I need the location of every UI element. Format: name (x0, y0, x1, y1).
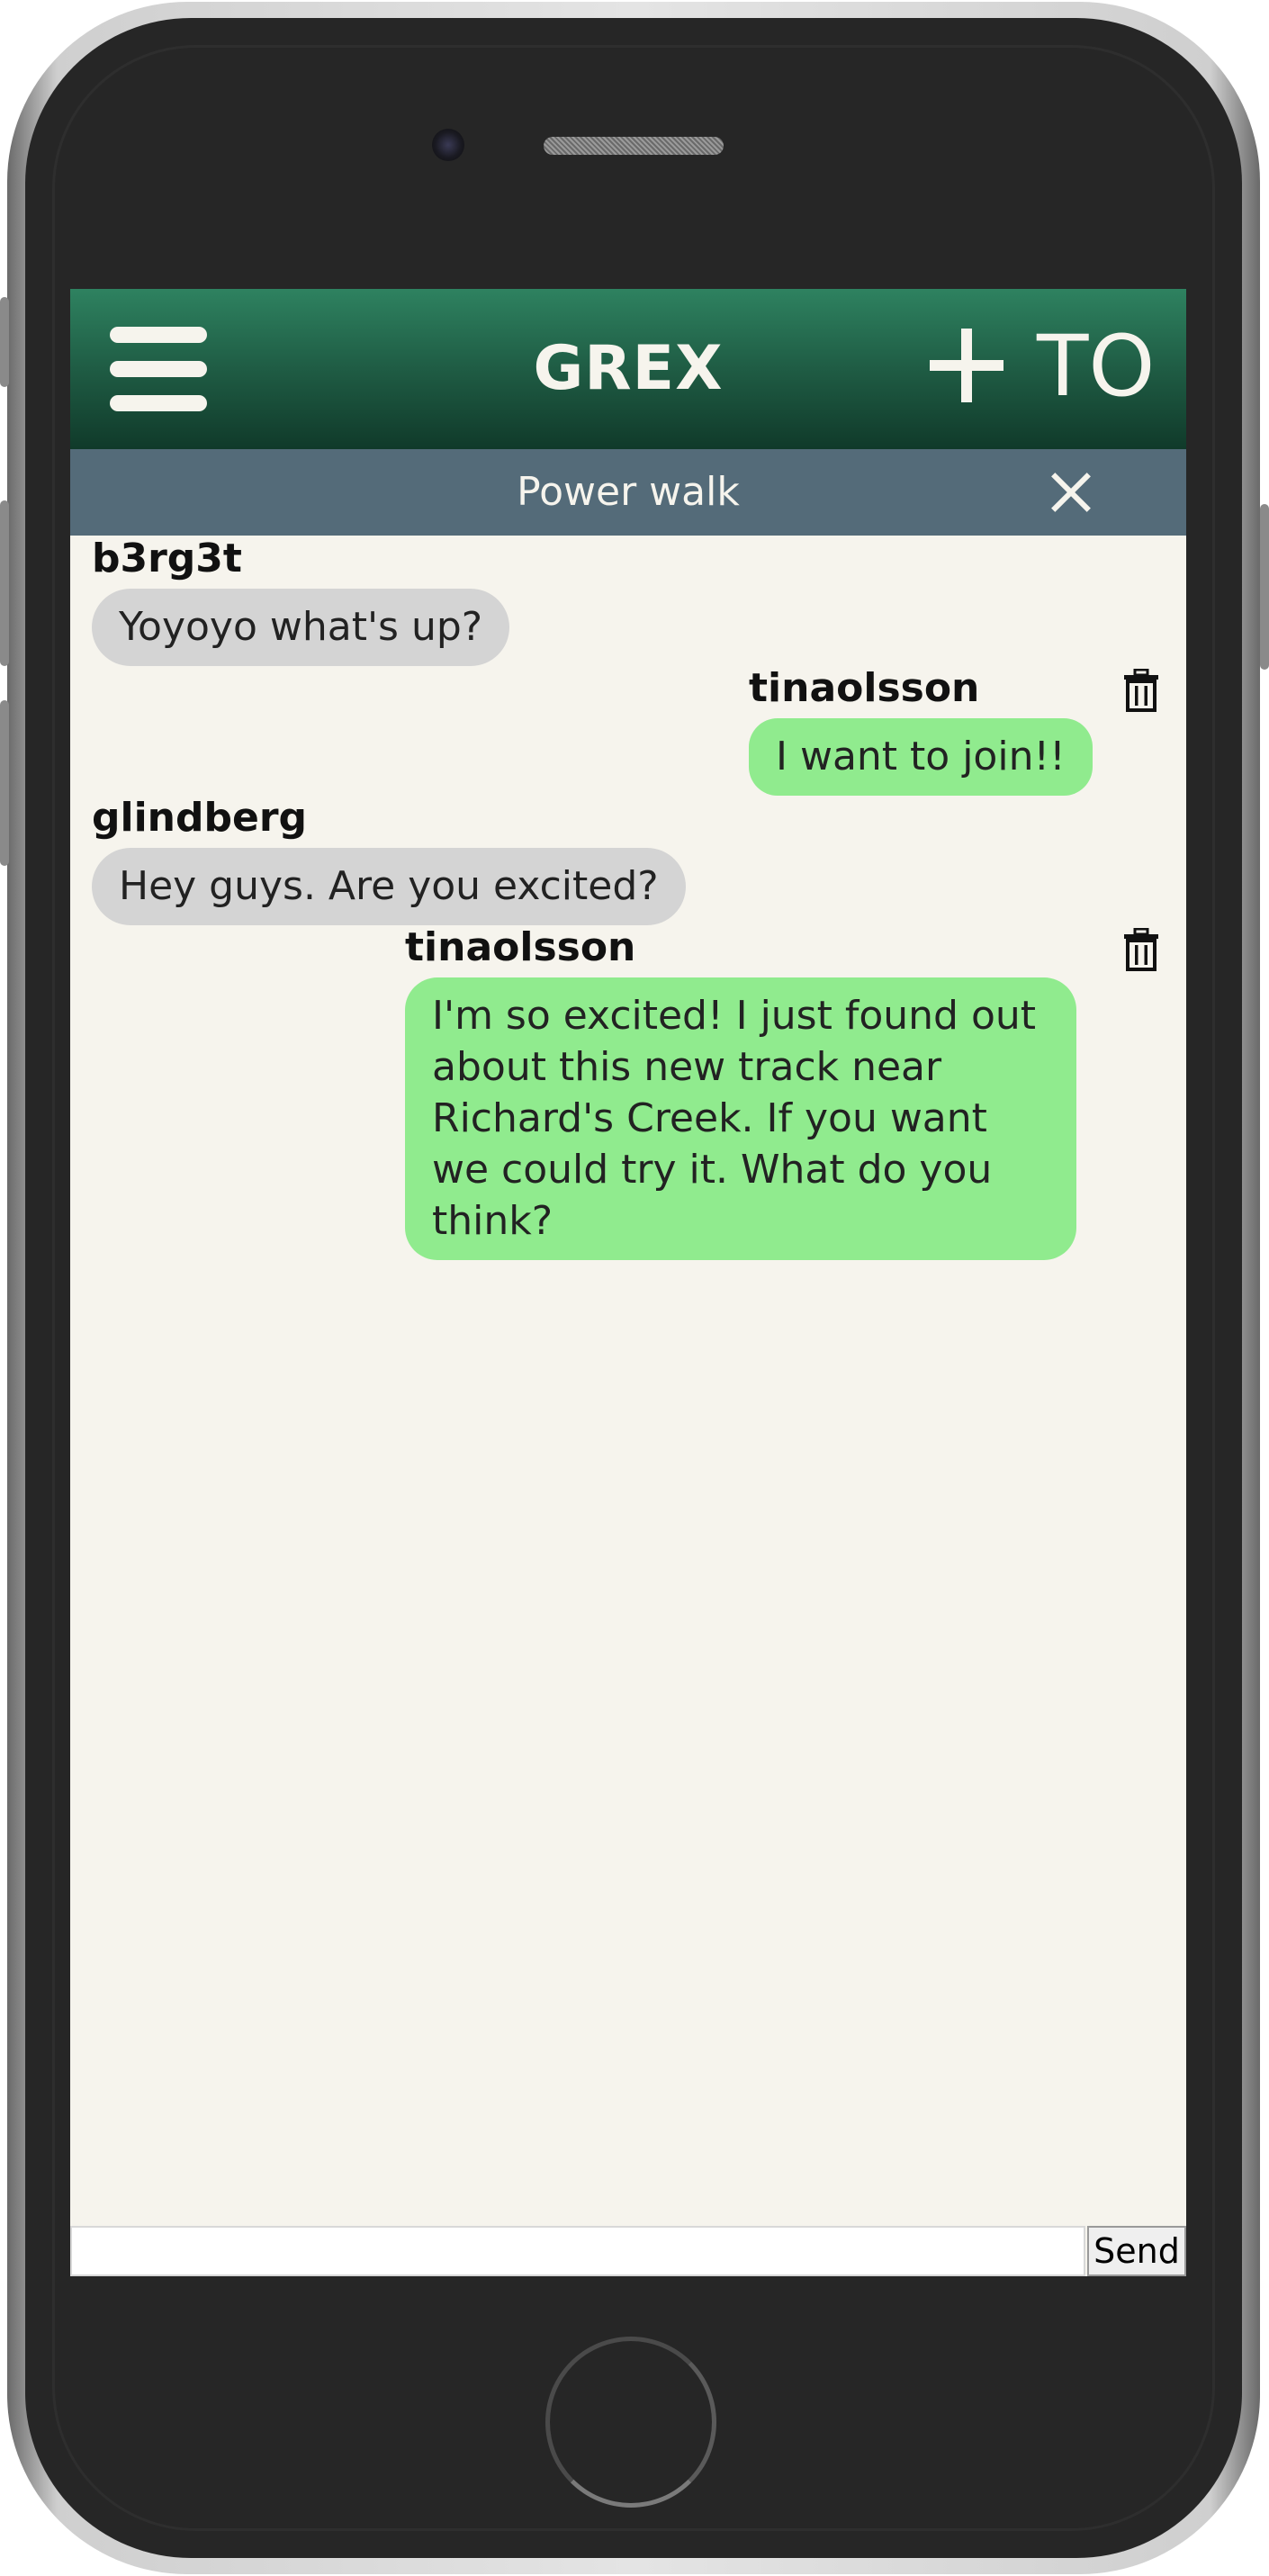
group-bar: Power walk (70, 449, 1186, 536)
message-bubble-incoming: Hey guys. Are you excited? (92, 848, 686, 925)
user-avatar-initials[interactable]: TO (1037, 309, 1155, 426)
trash-icon[interactable] (1123, 927, 1159, 971)
home-button[interactable] (545, 2337, 716, 2508)
group-name: Power walk (517, 469, 740, 515)
phone-volume-up-button (0, 500, 9, 666)
front-camera-icon (432, 129, 464, 161)
app-title: GREX (533, 333, 724, 404)
close-icon[interactable] (1051, 473, 1091, 512)
message-bubble-outgoing: I want to join!! (749, 718, 1093, 796)
message-input[interactable] (70, 2226, 1085, 2276)
phone-mute-switch (0, 297, 9, 387)
phone-power-button (1260, 504, 1269, 670)
earpiece-speaker (544, 137, 724, 155)
message-bubble-outgoing: I'm so excited! I just found out about t… (405, 977, 1076, 1260)
app-header: GREX TO (70, 289, 1186, 449)
send-button[interactable]: Send (1087, 2226, 1186, 2276)
trash-icon[interactable] (1123, 668, 1159, 712)
message-username: tinaolsson (405, 924, 636, 970)
phone-volume-down-button (0, 700, 9, 866)
app-screen: GREX TO Power walk b3rg3t Yoyoyo what's … (70, 289, 1186, 2276)
message-username: tinaolsson (749, 665, 980, 711)
plus-icon[interactable] (930, 329, 1004, 402)
message-username: b3rg3t (92, 536, 242, 581)
message-bubble-incoming: Yoyoyo what's up? (92, 589, 510, 666)
message-username: glindberg (92, 795, 308, 841)
